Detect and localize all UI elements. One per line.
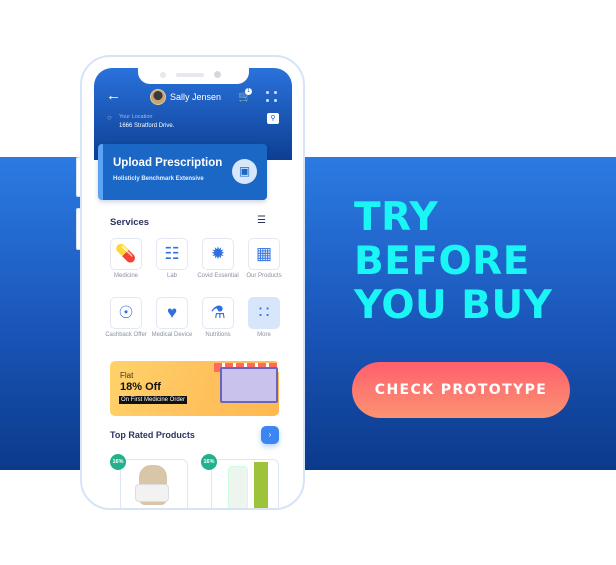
offer-percent: 18% Off	[120, 381, 161, 393]
service-label: Nutritions	[205, 332, 231, 338]
smartwatch-icon: ♥	[156, 297, 188, 329]
service-label: More	[257, 332, 271, 338]
menu-grid-icon[interactable]	[266, 91, 278, 103]
service-cashback[interactable]: ☉ Cashback Offer	[105, 297, 147, 340]
location-pin-icon: ○	[107, 113, 112, 122]
discount-badge: 16%	[110, 454, 126, 470]
phone-mockup: ← Sally Jensen 🛒 1 ○ Your Location 1666 …	[80, 55, 305, 510]
back-arrow-icon[interactable]: ←	[106, 87, 121, 104]
grid-icon: ∷	[248, 297, 280, 329]
upload-prescription-card[interactable]: Upload Prescription Holisticly Benchmark…	[98, 144, 267, 200]
service-nutritions[interactable]: ⚗ Nutritions	[202, 297, 236, 340]
top-rated-title: Top Rated Products	[110, 430, 195, 440]
avatar[interactable]	[150, 89, 166, 105]
product-card[interactable]	[211, 459, 279, 508]
check-prototype-button[interactable]: CHECK PROTOTYPE	[352, 362, 570, 418]
service-lab[interactable]: ☷ Lab	[156, 238, 190, 281]
service-products[interactable]: ▦ Our Products	[246, 238, 282, 281]
location-label: Your Location	[119, 114, 153, 120]
scan-icon[interactable]: ▣	[232, 159, 257, 184]
offer-banner[interactable]: Flat 18% Off On First Medicine Order	[110, 361, 279, 416]
upload-subtitle: Holisticly Benchmark Extensive	[113, 176, 204, 182]
products-icon: ▦	[248, 238, 280, 270]
headline: TRY BEFORE YOU BUY	[354, 196, 552, 328]
service-label: Medical Device	[151, 332, 193, 338]
services-title: Services	[110, 217, 150, 228]
search-icon[interactable]: ⚲	[267, 113, 279, 124]
monitor-illustration	[220, 367, 278, 403]
headline-line: TRY	[354, 195, 439, 240]
upload-title: Upload Prescription	[113, 157, 223, 169]
discount-badge: 16%	[201, 454, 217, 470]
app-screen: ← Sally Jensen 🛒 1 ○ Your Location 1666 …	[94, 68, 292, 508]
location-value[interactable]: 1666 Stratford Drive.	[119, 123, 174, 129]
nutrition-icon: ⚗	[202, 297, 234, 329]
offer-flat: Flat	[120, 371, 134, 380]
service-label: Medicine	[113, 273, 138, 279]
filter-icon[interactable]: ☰	[257, 215, 266, 226]
service-label: Lab	[166, 273, 177, 279]
user-name: Sally Jensen	[170, 92, 222, 102]
service-label: Cashback Offer	[105, 332, 147, 338]
service-medicine[interactable]: 💊 Medicine	[110, 238, 144, 281]
cart-badge: 1	[245, 88, 252, 95]
pill-icon: 💊	[110, 238, 142, 270]
cashback-icon: ☉	[110, 297, 142, 329]
service-more[interactable]: ∷ More	[248, 297, 282, 340]
product-card[interactable]	[120, 459, 188, 508]
service-label: Covid Essential	[197, 273, 239, 279]
virus-icon: ✹	[202, 238, 234, 270]
service-device[interactable]: ♥ Medical Device	[152, 297, 192, 340]
phone-notch	[138, 68, 249, 84]
sanitizer-image	[228, 466, 248, 508]
headline-line: BEFORE	[354, 239, 530, 284]
offer-desc: On First Medicine Order	[119, 396, 188, 404]
next-arrow-button[interactable]: ›	[261, 426, 279, 444]
test-tube-icon: ☷	[156, 238, 188, 270]
service-covid[interactable]: ✹ Covid Essential	[197, 238, 239, 281]
service-label: Our Products	[246, 273, 282, 279]
headline-line: YOU BUY	[354, 283, 553, 328]
